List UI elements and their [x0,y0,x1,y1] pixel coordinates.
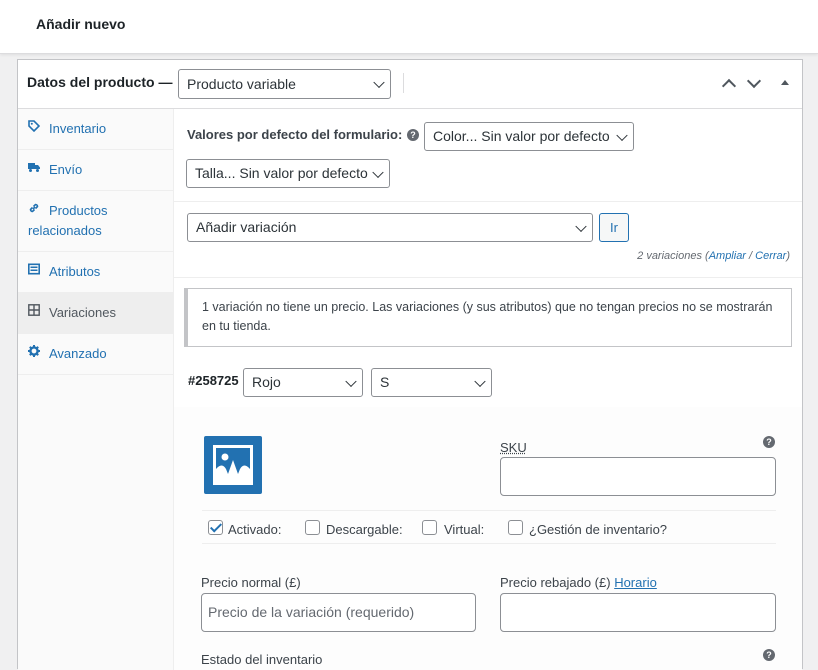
add-variation-select[interactable]: Añadir variación [187,213,593,242]
tab-inventario[interactable]: Inventario [18,109,173,150]
gear-icon [28,345,40,357]
top-bar: Añadir nuevo [0,0,818,54]
tab-atributos[interactable]: Atributos [18,252,173,293]
variations-count: 2 variaciones (Ampliar / Cerrar) [637,250,790,262]
tab-atributos-label: Atributos [49,264,101,279]
manage-stock-label: ¿Gestión de inventario? [529,522,668,537]
tab-envio-label: Envío [49,162,83,177]
tab-variaciones[interactable]: Variaciones [18,293,173,334]
tab-productos-relacionados-label: Productos relacionados [28,203,108,238]
help-icon[interactable]: ? [407,129,419,141]
variation-size-value: S [380,374,390,390]
divider [202,543,776,544]
default-size-value: Talla... Sin valor por defecto [195,165,368,181]
product-data-panel: Datos del producto — Producto variable I… [17,59,803,670]
go-button[interactable]: Ir [599,213,629,242]
schedule-link[interactable]: Horario [614,575,657,590]
sale-price-label: Precio rebajado (£) Horario [500,575,657,590]
enabled-label: Activado: [228,522,282,537]
downloadable-checkbox[interactable] [305,520,320,535]
tab-avanzado[interactable]: Avanzado [18,334,173,375]
tab-avanzado-label: Avanzado [49,346,107,361]
expand-link[interactable]: Ampliar [709,250,746,262]
chevron-down-icon [373,76,385,89]
virtual-label: Virtual: [444,522,485,537]
chevron-down-icon [345,375,357,387]
sku-input[interactable] [500,457,776,496]
downloadable-label: Descargable: [326,522,403,537]
variation-color-select[interactable]: Rojo [243,368,363,397]
product-type-value: Producto variable [187,76,296,92]
variations-panel: Valores por defecto del formulario: ? Co… [174,109,802,670]
page-title: Añadir nuevo [36,16,126,32]
variations-count-end: ) [786,250,790,262]
add-variation-value: Añadir variación [196,219,297,235]
collapse-toggle-icon[interactable] [779,78,791,90]
regular-price-placeholder: Precio de la variación (requerido) [208,604,415,620]
variation-image-upload[interactable] [204,436,262,494]
product-data-tabs: Inventario Envío Productos relacionados [18,109,174,670]
tab-variaciones-label: Variaciones [49,305,116,320]
default-color-value: Color... Sin valor por defecto [433,128,610,144]
product-data-header: Datos del producto — Producto variable [18,60,802,109]
default-form-values-label: Valores por defecto del formulario: [187,127,403,142]
tag-icon [28,120,40,132]
default-size-select[interactable]: Talla... Sin valor por defecto [186,159,390,188]
variations-count-text: 2 variaciones ( [637,250,709,262]
manage-stock-checkbox[interactable] [508,520,523,535]
variation-color-value: Rojo [252,374,281,390]
move-up-icon[interactable] [722,78,734,90]
tab-envio[interactable]: Envío [18,150,173,191]
list-icon [28,263,40,275]
regular-price-label: Precio normal (£) [201,575,301,590]
sku-label-text: SKU [500,440,527,455]
sale-price-label-text: Precio rebajado (£) [500,575,611,590]
product-type-select[interactable]: Producto variable [178,69,391,99]
help-icon[interactable]: ? [763,436,775,448]
divider [174,277,802,278]
tab-inventario-label: Inventario [49,121,107,136]
header-divider [403,73,404,93]
chevron-down-icon [474,375,486,387]
price-notice: 1 variación no tiene un precio. Las vari… [184,288,792,347]
sale-price-input[interactable] [500,593,776,632]
virtual-checkbox[interactable] [422,520,437,535]
product-data-label: Datos del producto — [27,74,173,90]
variation-size-select[interactable]: S [371,368,492,397]
link-separator: / [745,250,756,262]
variation-details: SKU ? Activado: Descargable: Virtual: ¿G… [174,407,802,670]
truck-icon [28,163,40,172]
grid-icon [28,304,40,316]
regular-price-input[interactable]: Precio de la variación (requerido) [201,593,476,632]
chevron-down-icon [616,129,628,141]
sku-label: SKU [500,440,527,455]
help-icon[interactable]: ? [763,649,775,661]
move-down-icon[interactable] [747,78,759,90]
enabled-checkbox[interactable] [208,520,223,535]
chevron-down-icon [372,166,384,178]
close-link[interactable]: Cerrar [755,250,786,262]
default-color-select[interactable]: Color... Sin valor por defecto [424,122,634,151]
chevron-down-icon [575,220,587,232]
tab-productos-relacionados[interactable]: Productos relacionados [18,191,173,252]
divider [202,510,776,511]
notice-text: 1 variación no tiene un precio. Las vari… [202,300,773,333]
image-placeholder-icon [213,445,253,485]
stock-status-label: Estado del inventario [201,652,323,667]
divider [174,201,802,202]
variation-id: #258725 [188,373,239,388]
